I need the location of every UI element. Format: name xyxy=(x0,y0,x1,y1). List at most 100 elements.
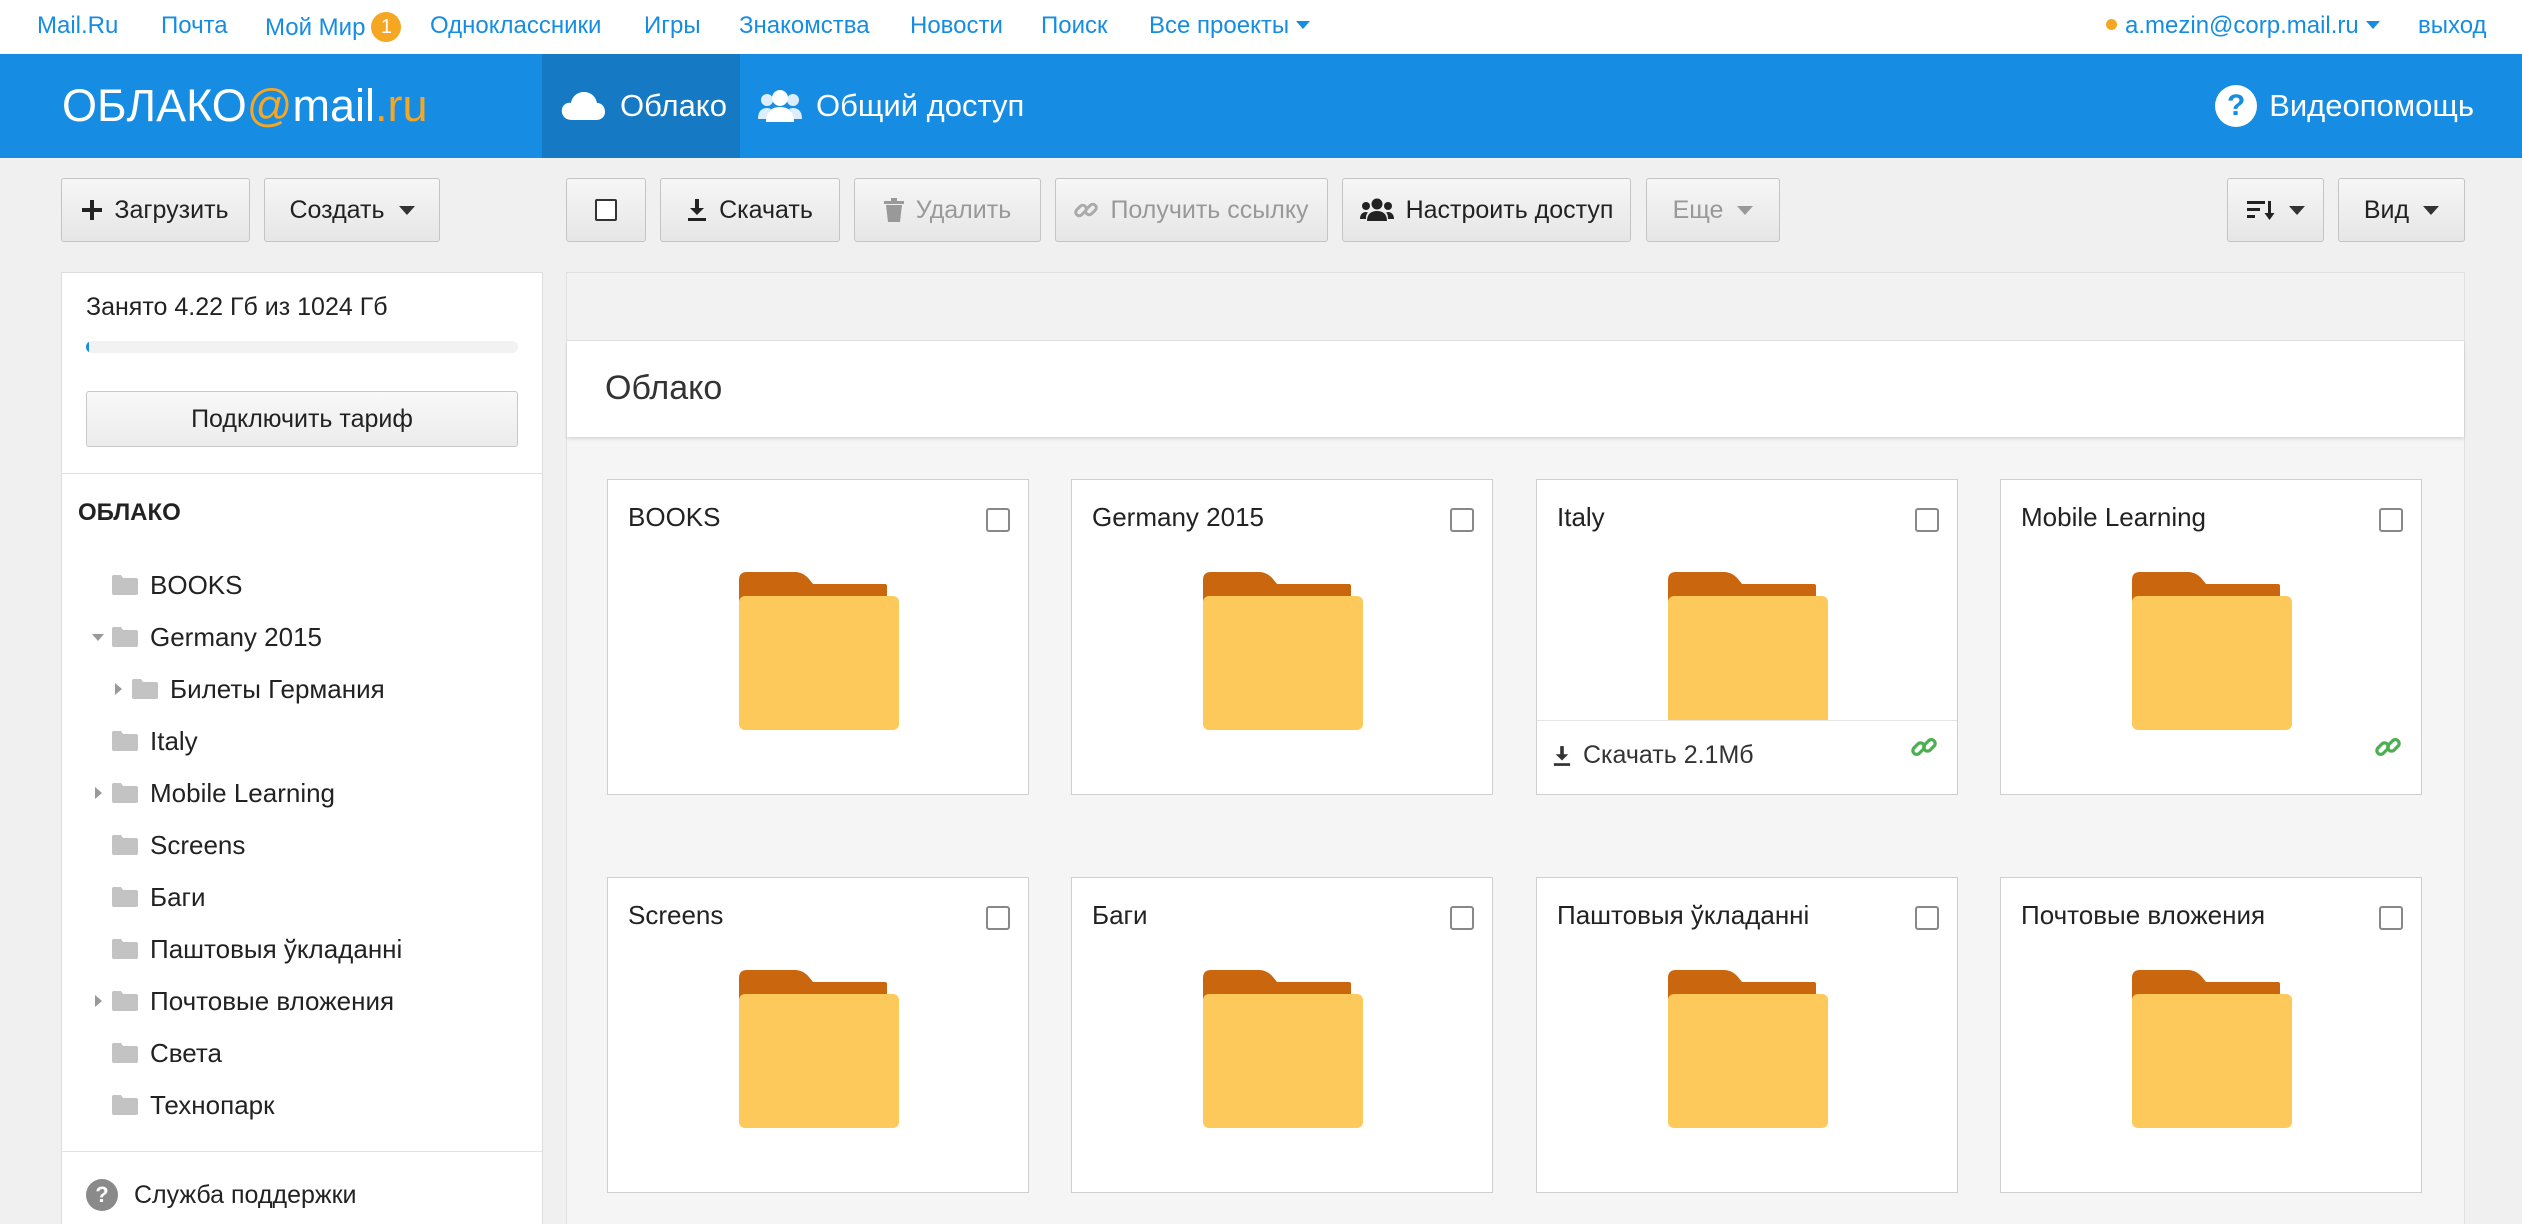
folder-checkbox[interactable] xyxy=(2379,508,2403,532)
sidebar-item-folder[interactable]: Germany 2015 xyxy=(90,617,322,657)
sidebar-item-folder[interactable]: BOOKS xyxy=(90,565,242,605)
upload-button[interactable]: Загрузить xyxy=(61,178,250,242)
status-dot-icon xyxy=(2106,19,2117,30)
cloud-mail-logo[interactable]: ОБЛАКО@mail.ru xyxy=(62,80,428,132)
folder-card[interactable]: Screens xyxy=(607,877,1029,1193)
sidebar-item-folder[interactable]: Технопарк xyxy=(90,1085,275,1125)
folder-name: Italy xyxy=(1557,502,1605,532)
delete-button[interactable]: Удалить xyxy=(854,178,1041,242)
folder-icon xyxy=(112,1095,138,1115)
folder-checkbox[interactable] xyxy=(986,508,1010,532)
user-account-menu[interactable]: a.mezin@corp.mail.ru xyxy=(2106,12,2380,40)
video-help-button[interactable]: ? Видеопомощь xyxy=(2215,54,2474,158)
folder-card[interactable]: Germany 2015 xyxy=(1071,479,1493,795)
chevron-down-icon[interactable] xyxy=(90,629,106,645)
portal-link-all-projects[interactable]: Все проекты xyxy=(1149,12,1311,40)
logo-text-ru: ru xyxy=(387,80,428,131)
tab-cloud[interactable]: Облако xyxy=(542,54,740,158)
chevron-right-icon[interactable] xyxy=(90,993,106,1009)
configure-access-button[interactable]: Настроить доступ xyxy=(1342,178,1631,242)
create-button[interactable]: Создать xyxy=(264,178,440,242)
folder-card[interactable]: Баги xyxy=(1071,877,1493,1193)
download-button[interactable]: Скачать xyxy=(660,178,840,242)
chevron-right-icon[interactable] xyxy=(90,785,106,801)
sidebar-item-folder[interactable]: Почтовые вложения xyxy=(90,981,394,1021)
folder-card[interactable]: Italy Скачать 2.1Мб xyxy=(1536,479,1958,795)
folder-name: Баги xyxy=(1092,900,1148,930)
cloud-icon xyxy=(561,92,605,120)
folder-icon xyxy=(112,939,138,959)
folder-checkbox[interactable] xyxy=(1915,508,1939,532)
folder-name: Germany 2015 xyxy=(1092,502,1264,532)
storage-quota-bar xyxy=(86,341,518,353)
sidebar-item-label: Mobile Learning xyxy=(150,777,336,808)
sidebar-item-folder[interactable]: Света xyxy=(90,1033,222,1073)
folder-checkbox[interactable] xyxy=(2379,906,2403,930)
chevron-right-icon[interactable] xyxy=(110,681,126,697)
folder-icon xyxy=(1668,970,1828,1128)
tab-shared-access[interactable]: Общий доступ xyxy=(758,54,1024,158)
folder-checkbox[interactable] xyxy=(1450,508,1474,532)
divider xyxy=(62,473,542,474)
chevron-down-icon xyxy=(398,205,415,215)
storage-quota-fill xyxy=(86,341,89,353)
get-link-label: Получить ссылку xyxy=(1110,195,1309,224)
sidebar-item-label: Italy xyxy=(150,725,198,756)
folder-icon xyxy=(2132,970,2292,1128)
users-icon xyxy=(758,90,802,122)
portal-link-novosti[interactable]: Новости xyxy=(910,12,1003,40)
portal-link-mailru[interactable]: Mail.Ru xyxy=(37,12,118,40)
help-icon: ? xyxy=(86,1179,118,1211)
select-all-checkbox[interactable] xyxy=(566,178,646,242)
shared-link-icon[interactable] xyxy=(1911,734,1937,760)
sidebar-item-label: Germany 2015 xyxy=(150,621,322,652)
folder-checkbox[interactable] xyxy=(1450,906,1474,930)
connect-tariff-button[interactable]: Подключить тариф xyxy=(86,391,518,447)
support-label: Служба поддержки xyxy=(134,1180,357,1209)
get-link-button[interactable]: Получить ссылку xyxy=(1055,178,1328,242)
sidebar-item-folder[interactable]: Паштовыя ўкладанні xyxy=(90,929,402,969)
folder-download-button[interactable]: Скачать 2.1Мб xyxy=(1553,741,1754,770)
folder-card[interactable]: Mobile Learning xyxy=(2000,479,2422,795)
more-button[interactable]: Еще xyxy=(1646,178,1780,242)
sidebar-item-folder[interactable]: Mobile Learning xyxy=(90,773,335,813)
sort-button[interactable] xyxy=(2227,178,2324,242)
logo-at: @ xyxy=(246,80,293,131)
shared-link-icon[interactable] xyxy=(2375,734,2401,760)
tab-shared-label: Общий доступ xyxy=(816,88,1025,123)
folder-card[interactable]: Почтовые вложения xyxy=(2000,877,2422,1193)
folder-card[interactable]: Паштовыя ўкладанні xyxy=(1536,877,1958,1193)
sidebar-item-folder[interactable]: Italy xyxy=(90,721,198,761)
folder-icon xyxy=(2132,572,2292,730)
sidebar-item-label: Screens xyxy=(150,829,246,860)
sidebar-item-label: Паштовыя ўкладанні xyxy=(150,933,403,964)
page-title: Облако xyxy=(605,369,723,407)
all-projects-label: Все проекты xyxy=(1149,12,1290,39)
plus-icon xyxy=(82,200,103,220)
download-icon xyxy=(1553,745,1571,766)
portal-link-pochta[interactable]: Почта xyxy=(161,12,228,40)
sidebar-item-label: Технопарк xyxy=(150,1089,275,1120)
app-header: ОБЛАКО@mail.ru Облако Общий доступ ? Вид… xyxy=(0,54,2522,158)
view-button[interactable]: Вид xyxy=(2338,178,2465,242)
logout-link[interactable]: выход xyxy=(2418,12,2487,40)
portal-link-igry[interactable]: Игры xyxy=(644,12,701,40)
support-link[interactable]: ? Служба поддержки xyxy=(86,1179,357,1211)
portal-link-znakomstva[interactable]: Знакомства xyxy=(739,12,870,40)
folder-card[interactable]: BOOKS xyxy=(607,479,1029,795)
more-label: Еще xyxy=(1672,195,1724,224)
folder-name: Screens xyxy=(628,900,724,930)
sidebar-item-folder[interactable]: Билеты Германия xyxy=(110,669,385,709)
folder-checkbox[interactable] xyxy=(986,906,1010,930)
portal-link-poisk[interactable]: Поиск xyxy=(1041,12,1108,40)
folder-icon xyxy=(112,627,138,647)
folder-checkbox[interactable] xyxy=(1915,906,1939,930)
sidebar-item-folder[interactable]: Баги xyxy=(90,877,206,917)
sidebar-item-folder[interactable]: Screens xyxy=(90,825,245,865)
page-title-bar: Облако xyxy=(567,341,2464,437)
portal-link-moi-mir[interactable]: Мой Мир 1 xyxy=(265,12,402,42)
portal-link-odnoklassniki[interactable]: Одноклассники xyxy=(430,12,601,40)
